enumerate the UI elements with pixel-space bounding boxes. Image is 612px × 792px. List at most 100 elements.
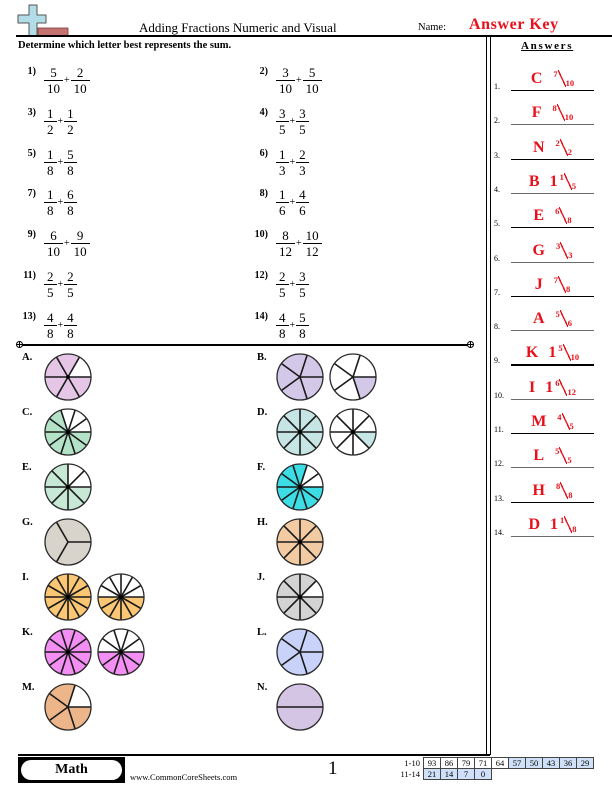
- pie-sector-filled: [68, 377, 91, 397]
- pie-sector-filled: [68, 432, 87, 454]
- score-row-label: 11-14: [400, 769, 420, 779]
- answer-fraction: 55: [555, 447, 572, 465]
- answer-item: 7. J 7 8: [490, 275, 602, 300]
- score-row: 1-10 93 86 79 71 64 57 50 43 36 29: [390, 757, 594, 769]
- fraction-slash-icon: [558, 275, 566, 293]
- answer-fraction: 22: [556, 138, 573, 157]
- denominator: 12: [279, 244, 292, 260]
- sector-divider: [113, 629, 122, 653]
- pie-sector-filled: [98, 652, 121, 666]
- denominator: 10: [73, 244, 87, 260]
- score-cell: 7: [457, 768, 475, 780]
- plus-sign: +: [296, 238, 302, 250]
- sector-divider: [108, 576, 122, 598]
- sector-divider: [60, 431, 69, 455]
- pie-background: [330, 354, 376, 400]
- sector-divider: [299, 415, 317, 433]
- numerator: 2: [44, 270, 57, 285]
- pie-sector-filled: [56, 354, 80, 377]
- pie-center-dot: [298, 540, 302, 544]
- denominator: 10: [47, 81, 60, 96]
- answer-item: 5. E 6 8: [490, 207, 602, 231]
- problem-number: 6): [259, 147, 268, 159]
- answer-denominator: 5: [567, 455, 572, 466]
- pie-outline: [276, 628, 324, 676]
- sector-divider: [280, 362, 301, 378]
- pie-outline: [276, 573, 324, 621]
- problem-number: 8): [259, 188, 268, 200]
- answer-fraction: 45: [557, 413, 574, 431]
- numerator: 1: [44, 188, 57, 204]
- fraction-slash-icon: [562, 344, 571, 362]
- pie-background: [45, 409, 91, 455]
- answer-letter: N: [532, 138, 545, 156]
- pie-sector-filled: [277, 409, 323, 455]
- sector-divider: [120, 651, 129, 675]
- fraction: 25: [64, 270, 77, 299]
- answer-number: 6.: [494, 253, 500, 263]
- page-number: 1: [328, 758, 338, 779]
- score-cell: 57: [508, 757, 526, 769]
- choice-label: I.: [22, 572, 29, 583]
- fraction: 5 10: [302, 66, 322, 95]
- sector-divider: [299, 629, 308, 653]
- pie-sector-filled: [51, 487, 68, 510]
- answer-whole-number: 1: [548, 344, 557, 362]
- sector-divider: [352, 376, 361, 400]
- sector-divider: [100, 584, 122, 598]
- footer-rule: [18, 754, 490, 756]
- sector-divider: [60, 651, 69, 675]
- problem-item: 12) 2 5 +3 5: [244, 270, 464, 304]
- sector-divider: [299, 580, 317, 598]
- answer-value: N 22: [511, 138, 594, 158]
- answer-item: 14. D 1 1 8: [490, 515, 602, 540]
- sector-divider: [55, 376, 69, 398]
- pie-sector-filled: [121, 597, 141, 617]
- score-cell: 93: [423, 757, 441, 769]
- denominator: 2: [47, 121, 54, 137]
- pie-background: [45, 684, 91, 730]
- pie-sector-filled: [277, 597, 300, 614]
- numerator: 6: [44, 229, 63, 245]
- pie-sector-filled: [277, 684, 323, 730]
- sector-divider: [120, 596, 134, 618]
- divider-end-icon: [467, 341, 474, 348]
- pie-outline: [44, 683, 92, 731]
- fraction-slash-icon: [561, 413, 570, 430]
- pie-background: [277, 629, 323, 675]
- choice-label: L.: [257, 627, 267, 638]
- score-row: 11-14 21 14 7 0: [390, 768, 594, 780]
- denominator: 8: [299, 325, 306, 341]
- denominator: 5: [299, 121, 306, 137]
- pie-sector-filled: [49, 410, 68, 432]
- fraction: 3 10: [276, 66, 295, 95]
- sector-divider: [48, 706, 69, 722]
- sector-divider: [67, 596, 89, 610]
- problem-number: 3): [27, 106, 36, 118]
- pie-center-dot: [66, 650, 70, 654]
- answer-denominator: 10: [565, 78, 575, 88]
- answer-line: [511, 501, 594, 503]
- answer-number: 1.: [494, 82, 500, 91]
- answer-fraction: 56: [556, 310, 573, 328]
- sector-divider: [299, 354, 308, 378]
- fraction: 48: [44, 311, 57, 340]
- numerator: 4: [64, 311, 77, 326]
- sector-divider: [55, 356, 69, 378]
- pie-sector-filled: [300, 487, 323, 501]
- pie-sector-filled: [45, 357, 68, 377]
- pie-center-dot: [119, 595, 123, 599]
- pie-sector-filled: [121, 597, 133, 620]
- fraction: 9 10: [70, 229, 90, 260]
- pie-outline: [44, 353, 92, 401]
- answer-value: G 33: [511, 241, 594, 261]
- sector-divider: [51, 470, 69, 488]
- worksheet-title: Adding Fractions Numeric and Visual: [139, 20, 337, 35]
- sector-divider: [67, 417, 88, 433]
- answer-whole-number: 1: [550, 515, 559, 533]
- fraction-slash-icon: [560, 241, 569, 259]
- problem-number: 10): [254, 229, 268, 241]
- sector-divider: [67, 684, 76, 708]
- numerator: 2: [276, 270, 289, 285]
- denominator: 5: [279, 121, 286, 137]
